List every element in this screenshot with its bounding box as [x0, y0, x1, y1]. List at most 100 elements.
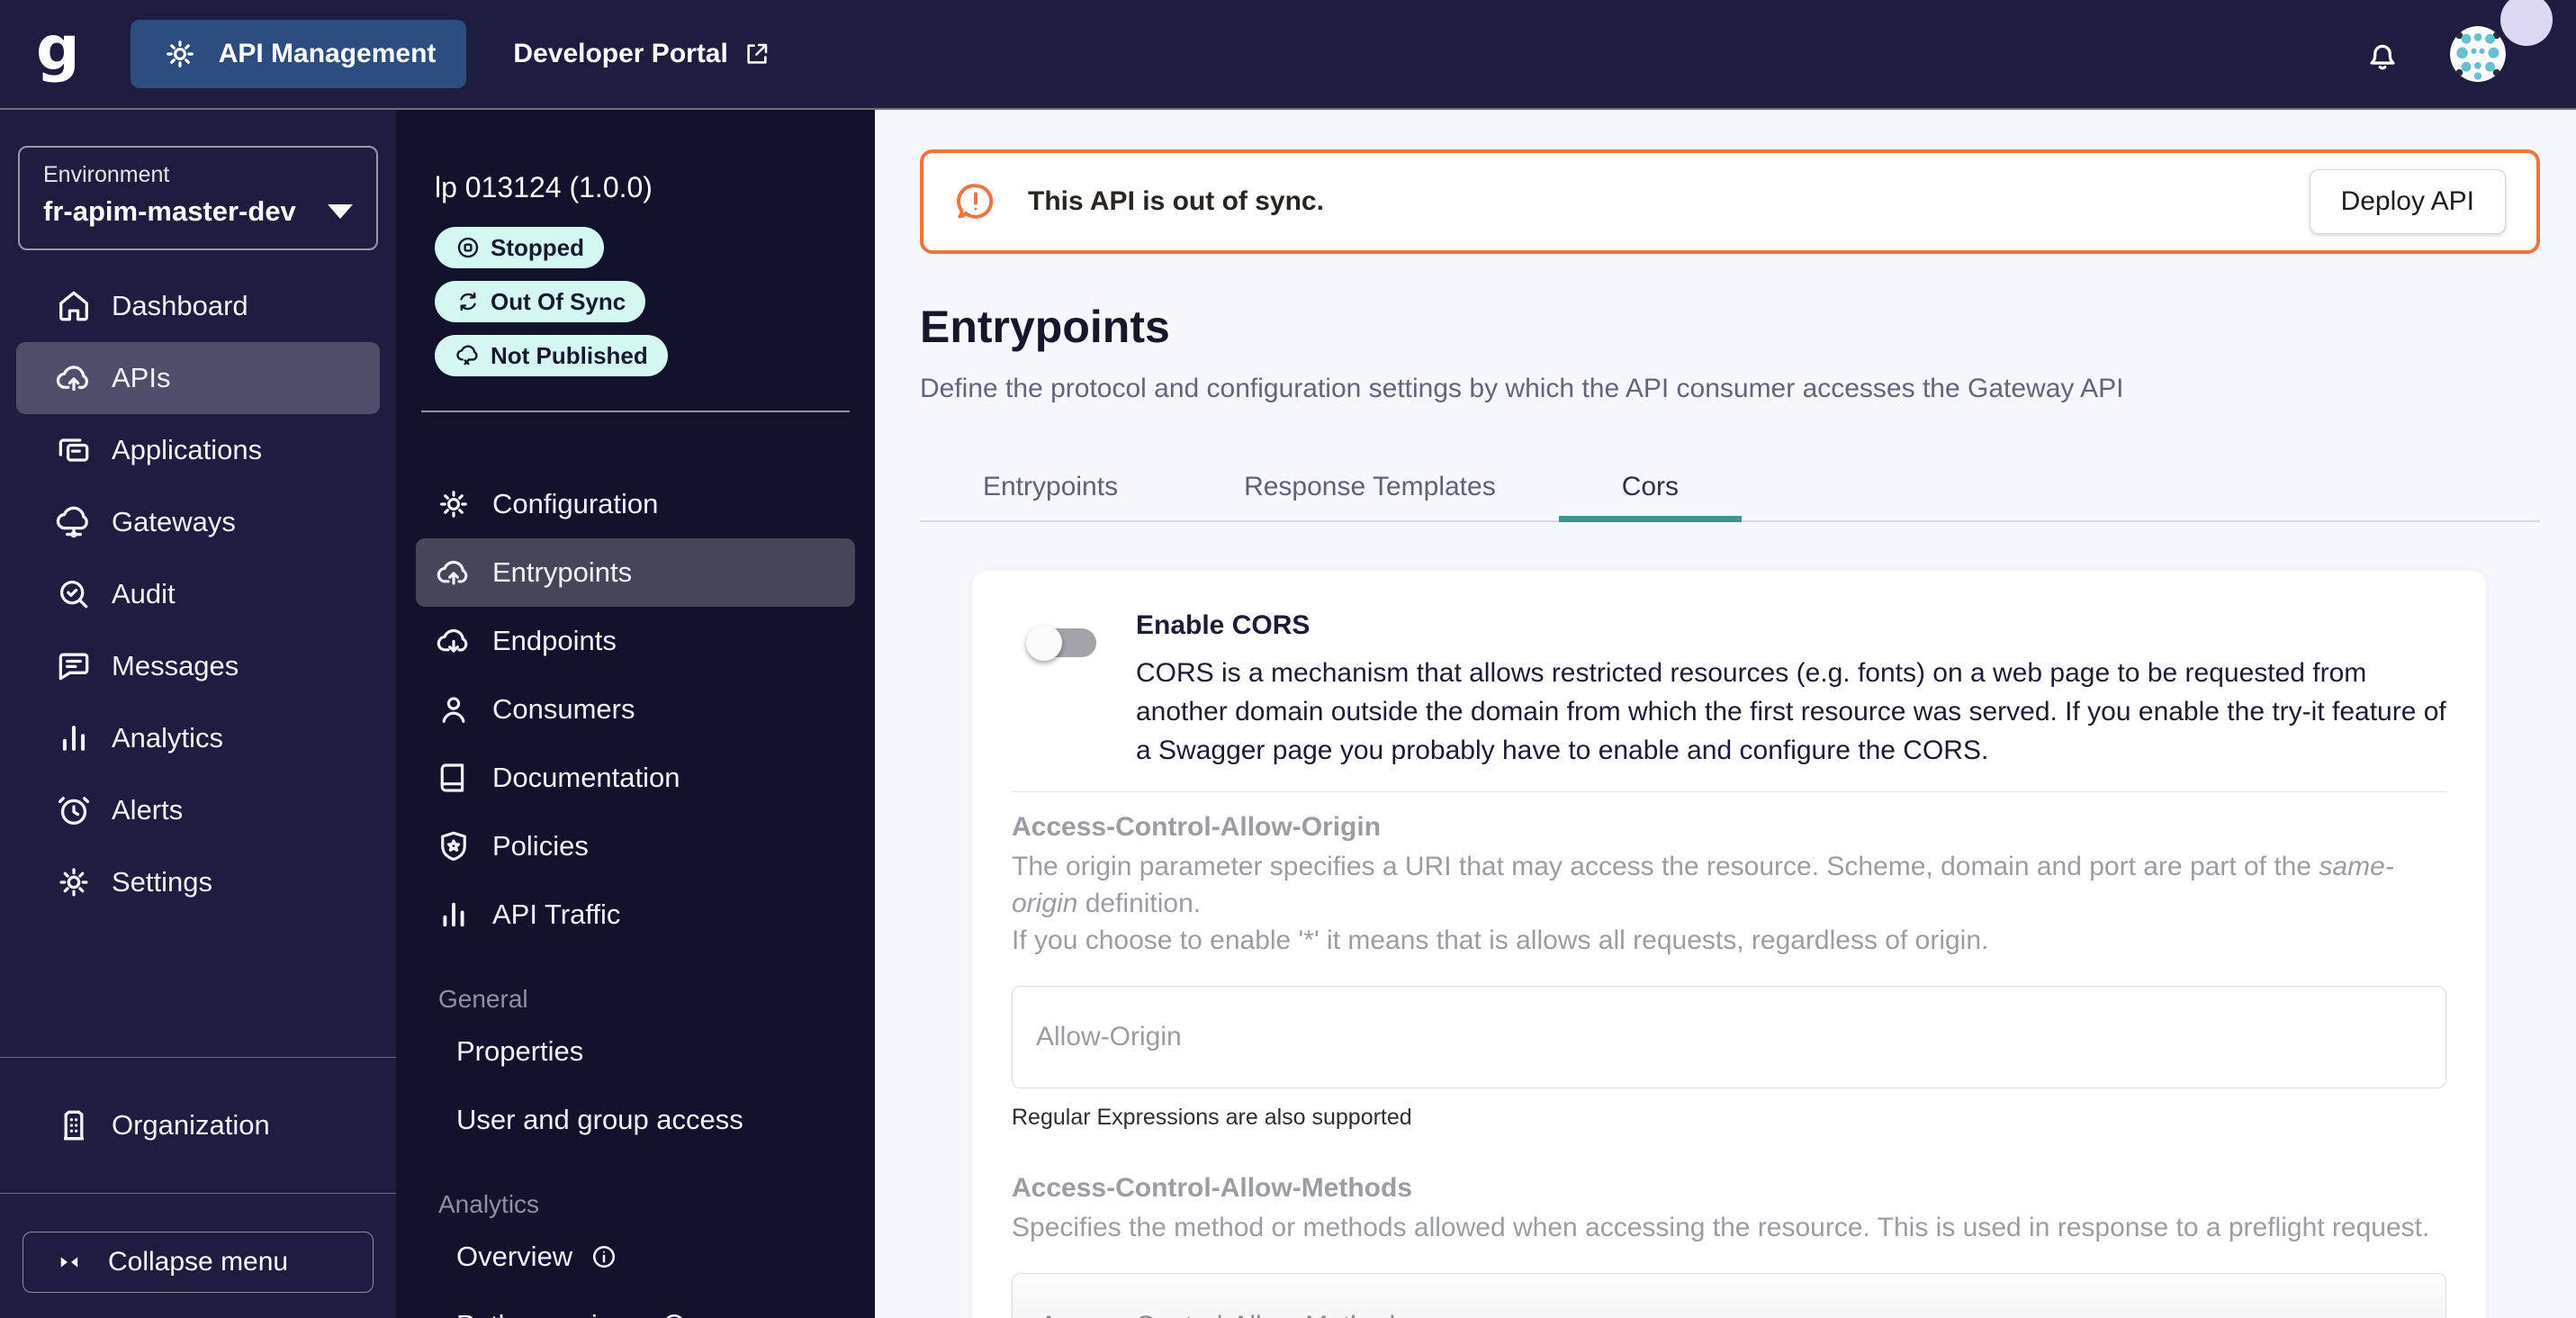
divider: [1012, 791, 2446, 792]
cloud-up-icon: [54, 358, 94, 398]
api-menu-item-policies[interactable]: Policies: [416, 812, 855, 880]
divider: [0, 1193, 396, 1194]
status-badge-not-published: Not Published: [435, 335, 668, 376]
api-menu-section-general: General: [396, 981, 875, 1017]
sidebar-item-analytics[interactable]: Analytics: [16, 702, 380, 774]
sidebar-item-settings[interactable]: Settings: [16, 846, 380, 918]
status-badge-stopped: Stopped: [435, 227, 604, 268]
allow-methods-section: Access-Control-Allow-Methods Specifies t…: [1012, 1171, 2446, 1318]
book-icon: [435, 759, 473, 797]
api-nav: Configuration Entrypoints: [396, 470, 875, 949]
api-menu-section-analytics: Analytics: [396, 1187, 875, 1223]
allow-methods-select[interactable]: Access-Control-Allow-Methods: [1012, 1273, 2446, 1318]
stop-circle-icon: [455, 234, 482, 261]
stacked-cards-icon: [54, 430, 94, 470]
sidebar-item-label: Analytics: [112, 722, 223, 754]
allow-methods-title: Access-Control-Allow-Methods: [1012, 1171, 2446, 1205]
sidebar-item-label: APIs: [112, 362, 170, 394]
enable-cors-row: Enable CORS CORS is a mechanism that all…: [1012, 609, 2446, 770]
chevron-down-icon: [328, 204, 353, 219]
gravitee-logo[interactable]: g: [36, 19, 80, 80]
allow-origin-title: Access-Control-Allow-Origin: [1012, 810, 2446, 844]
cors-card: Enable CORS CORS is a mechanism that all…: [972, 571, 2486, 1318]
api-management-label: API Management: [219, 39, 437, 69]
collapse-menu-label: Collapse menu: [108, 1247, 288, 1277]
page-title: Entrypoints: [920, 301, 2540, 353]
search-check-icon: [54, 574, 94, 614]
deploy-api-button[interactable]: Deploy API: [2310, 169, 2506, 234]
divider: [421, 411, 850, 412]
sidebar-item-dashboard[interactable]: Dashboard: [16, 270, 380, 342]
sidebar-item-label: Gateways: [112, 506, 236, 538]
enable-cors-description: CORS is a mechanism that allows restrict…: [1136, 654, 2446, 770]
sidebar-nav: Dashboard APIs: [0, 270, 396, 918]
tab-bar: Entrypoints Response Templates Cors: [920, 454, 2540, 522]
allow-origin-hint: Regular Expressions are also supported: [1012, 1103, 2446, 1132]
sidebar-item-label: Applications: [112, 434, 262, 466]
home-icon: [54, 286, 94, 326]
tab-cors[interactable]: Cors: [1559, 454, 1742, 520]
sidebar-item-organization[interactable]: Organization: [0, 1058, 396, 1193]
api-menu-item-documentation[interactable]: Documentation: [416, 744, 855, 812]
environment-label: Environment: [43, 162, 353, 188]
api-menu-item-entrypoints[interactable]: Entrypoints: [416, 538, 855, 607]
chat-bubble-icon: [54, 646, 94, 686]
cloud-down-icon: [435, 622, 473, 660]
info-icon[interactable]: [589, 1241, 619, 1272]
api-management-button[interactable]: API Management: [131, 20, 467, 88]
sidebar-item-applications[interactable]: Applications: [16, 414, 380, 486]
api-menu-item-path-mappings[interactable]: Path mappings: [396, 1291, 875, 1318]
gear-icon: [435, 485, 473, 523]
sidebar-item-label: Settings: [112, 866, 212, 898]
sidebar-item-messages[interactable]: Messages: [16, 630, 380, 702]
api-menu-item-consumers[interactable]: Consumers: [416, 675, 855, 744]
tab-response-templates[interactable]: Response Templates: [1181, 454, 1559, 520]
collapse-menu-button[interactable]: Collapse menu: [23, 1232, 374, 1293]
info-icon[interactable]: [659, 1310, 689, 1318]
environment-value: fr-apim-master-dev: [43, 195, 296, 228]
organization-label: Organization: [112, 1109, 270, 1142]
sidebar-item-label: Dashboard: [112, 290, 248, 322]
primary-sidebar: Environment fr-apim-master-dev Dashboard: [0, 110, 396, 1318]
notifications-bell-icon[interactable]: [2362, 33, 2403, 75]
api-status-badges: Stopped Out Of Sync: [396, 227, 819, 376]
api-menu-item-configuration[interactable]: Configuration: [416, 470, 855, 538]
avatar-status-badge: [2500, 0, 2553, 46]
api-menu-item-api-traffic[interactable]: API Traffic: [416, 880, 855, 949]
page-subtitle: Define the protocol and configuration se…: [920, 369, 2540, 409]
api-menu-item-overview[interactable]: Overview: [396, 1223, 875, 1291]
building-icon: [54, 1106, 94, 1145]
gear-icon: [54, 862, 94, 902]
person-icon: [435, 691, 473, 728]
external-link-icon: [743, 40, 771, 68]
api-menu-item-properties[interactable]: Properties: [396, 1017, 875, 1086]
shield-star-icon: [435, 827, 473, 865]
sync-arrows-icon: [455, 288, 482, 315]
collapse-arrows-icon: [54, 1247, 85, 1277]
app-root: g API Management Developer Portal: [0, 0, 2576, 1318]
allow-origin-input[interactable]: [1012, 986, 2446, 1088]
enable-cors-toggle[interactable]: [1033, 625, 1096, 661]
out-of-sync-banner: This API is out of sync. Deploy API: [920, 149, 2540, 254]
environment-selector[interactable]: Environment fr-apim-master-dev: [18, 146, 378, 250]
sidebar-item-label: Audit: [112, 578, 176, 610]
gear-icon: [161, 35, 199, 73]
sidebar-item-audit[interactable]: Audit: [16, 558, 380, 630]
alert-bubble-icon: [954, 180, 997, 223]
api-menu-item-endpoints[interactable]: Endpoints: [416, 607, 855, 675]
api-menu-item-user-group-access[interactable]: User and group access: [396, 1086, 875, 1154]
sidebar-item-gateways[interactable]: Gateways: [16, 486, 380, 558]
developer-portal-link[interactable]: Developer Portal: [513, 39, 770, 69]
tab-entrypoints[interactable]: Entrypoints: [920, 454, 1181, 520]
main-content: This API is out of sync. Deploy API Entr…: [875, 110, 2576, 1318]
api-menu-sidebar: lp 013124 (1.0.0) Stopped: [396, 110, 875, 1318]
top-header: g API Management Developer Portal: [0, 0, 2576, 110]
sidebar-item-apis[interactable]: APIs: [16, 342, 380, 414]
cloud-up-icon: [435, 554, 473, 591]
alarm-clock-icon: [54, 790, 94, 830]
sidebar-item-alerts[interactable]: Alerts: [16, 774, 380, 846]
cloud-x-icon: [455, 342, 482, 369]
cloud-network-icon: [54, 502, 94, 542]
status-badge-out-of-sync: Out Of Sync: [435, 281, 645, 322]
user-avatar[interactable]: [2450, 26, 2506, 82]
